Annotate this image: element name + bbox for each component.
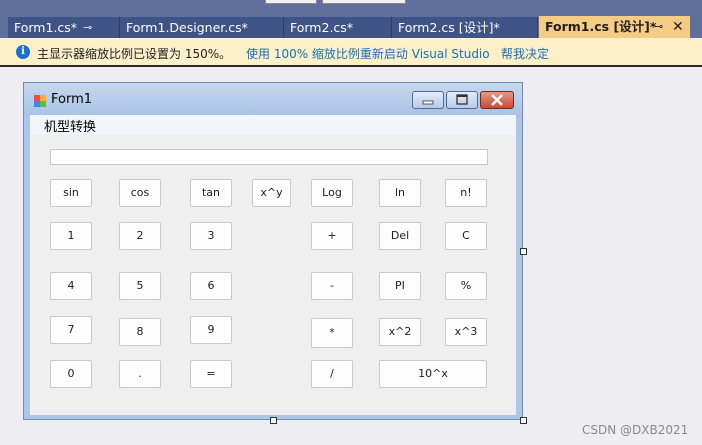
resize-handle[interactable] bbox=[270, 417, 277, 424]
info-bar: i 主显示器缩放比例已设置为 150%。 使用 100% 缩放比例重新启动 Vi… bbox=[0, 38, 702, 67]
calc-button-equals[interactable]: = bbox=[190, 360, 232, 388]
calc-button-divide[interactable]: / bbox=[311, 360, 353, 388]
close-icon bbox=[491, 94, 503, 106]
calc-button-minus[interactable]: - bbox=[311, 272, 353, 300]
calc-button-pi[interactable]: PI bbox=[379, 272, 421, 300]
calc-button-6[interactable]: 6 bbox=[190, 272, 232, 300]
calc-button-percent[interactable]: % bbox=[445, 272, 487, 300]
pin-icon[interactable]: ⊸ bbox=[83, 17, 92, 38]
calc-button-tan[interactable]: tan bbox=[190, 179, 232, 207]
calc-button-4[interactable]: 4 bbox=[50, 272, 92, 300]
tab-label: Form1.cs [设计]* bbox=[545, 19, 657, 34]
calc-button-5[interactable]: 5 bbox=[119, 272, 161, 300]
calc-button-9[interactable]: 9 bbox=[190, 316, 232, 344]
toolbar-stub bbox=[265, 0, 317, 4]
close-icon[interactable]: ✕ bbox=[672, 16, 684, 38]
calc-button-log[interactable]: Log bbox=[311, 179, 353, 207]
tab-label: Form2.cs* bbox=[290, 20, 354, 35]
calc-button-ten-power[interactable]: 10^x bbox=[379, 360, 487, 388]
tab-label: Form2.cs [设计]* bbox=[398, 20, 500, 35]
info-icon: i bbox=[16, 45, 30, 59]
menu-item-model-switch[interactable]: 机型转换 bbox=[44, 116, 96, 135]
calc-button-cos[interactable]: cos bbox=[119, 179, 161, 207]
tab-label: Form1.Designer.cs* bbox=[126, 20, 248, 35]
calc-button-square[interactable]: x^2 bbox=[379, 318, 421, 346]
tab-form2-design[interactable]: Form2.cs [设计]* bbox=[392, 17, 538, 38]
tab-form1-cs[interactable]: Form1.cs* ⊸ bbox=[8, 17, 120, 38]
maximize-icon bbox=[456, 94, 468, 105]
tab-form1-designer-cs[interactable]: Form1.Designer.cs* bbox=[120, 17, 284, 38]
calc-button-delete[interactable]: Del bbox=[379, 222, 421, 250]
form-client-area: sin cos tan x^y Log ln n! 1 2 3 + Del C … bbox=[30, 135, 516, 415]
form-titlebar[interactable]: Form1 bbox=[24, 83, 522, 117]
form-title: Form1 bbox=[51, 92, 93, 107]
tab-label: Form1.cs* bbox=[14, 20, 78, 35]
calc-button-dot[interactable]: . bbox=[119, 360, 161, 388]
watermark: CSDN @DXB2021 bbox=[582, 423, 689, 437]
calc-button-ln[interactable]: ln bbox=[379, 179, 421, 207]
close-button[interactable] bbox=[480, 91, 514, 109]
pin-icon[interactable]: ⊸ bbox=[654, 16, 663, 38]
calc-button-3[interactable]: 3 bbox=[190, 222, 232, 250]
resize-handle[interactable] bbox=[520, 248, 527, 255]
minimize-button[interactable] bbox=[412, 91, 444, 109]
calc-button-1[interactable]: 1 bbox=[50, 222, 92, 250]
tab-form1-design[interactable]: Form1.cs [设计]* ⊸ ✕ bbox=[539, 16, 690, 38]
calc-button-2[interactable]: 2 bbox=[119, 222, 161, 250]
calc-button-0[interactable]: 0 bbox=[50, 360, 92, 388]
form-icon bbox=[34, 95, 46, 107]
info-message: 主显示器缩放比例已设置为 150%。 bbox=[37, 47, 232, 61]
toolbar-stub bbox=[322, 0, 406, 4]
tab-form2-cs[interactable]: Form2.cs* bbox=[284, 17, 392, 38]
calc-button-sin[interactable]: sin bbox=[50, 179, 92, 207]
menu-bar: 机型转换 bbox=[30, 115, 516, 135]
help-decide-link[interactable]: 帮我决定 bbox=[501, 45, 549, 62]
calc-button-multiply[interactable]: * bbox=[311, 318, 353, 348]
calc-button-clear[interactable]: C bbox=[445, 222, 487, 250]
document-tab-bar: Form1.cs* ⊸ Form1.Designer.cs* Form2.cs*… bbox=[0, 14, 702, 38]
calc-button-power[interactable]: x^y bbox=[252, 179, 291, 207]
form-window[interactable]: Form1 机型转换 sin cos tan x^y Log ln n! 1 2… bbox=[23, 82, 523, 420]
top-strip bbox=[0, 0, 702, 14]
restart-link[interactable]: 使用 100% 缩放比例重新启动 Visual Studio bbox=[246, 45, 490, 62]
calc-button-plus[interactable]: + bbox=[311, 222, 353, 250]
display-textbox[interactable] bbox=[50, 149, 488, 165]
calc-button-7[interactable]: 7 bbox=[50, 316, 92, 344]
calc-button-factorial[interactable]: n! bbox=[445, 179, 487, 207]
maximize-button[interactable] bbox=[446, 91, 478, 109]
calc-button-cube[interactable]: x^3 bbox=[445, 318, 487, 346]
minimize-icon bbox=[422, 100, 434, 105]
calc-button-8[interactable]: 8 bbox=[119, 318, 161, 346]
resize-handle[interactable] bbox=[520, 417, 527, 424]
